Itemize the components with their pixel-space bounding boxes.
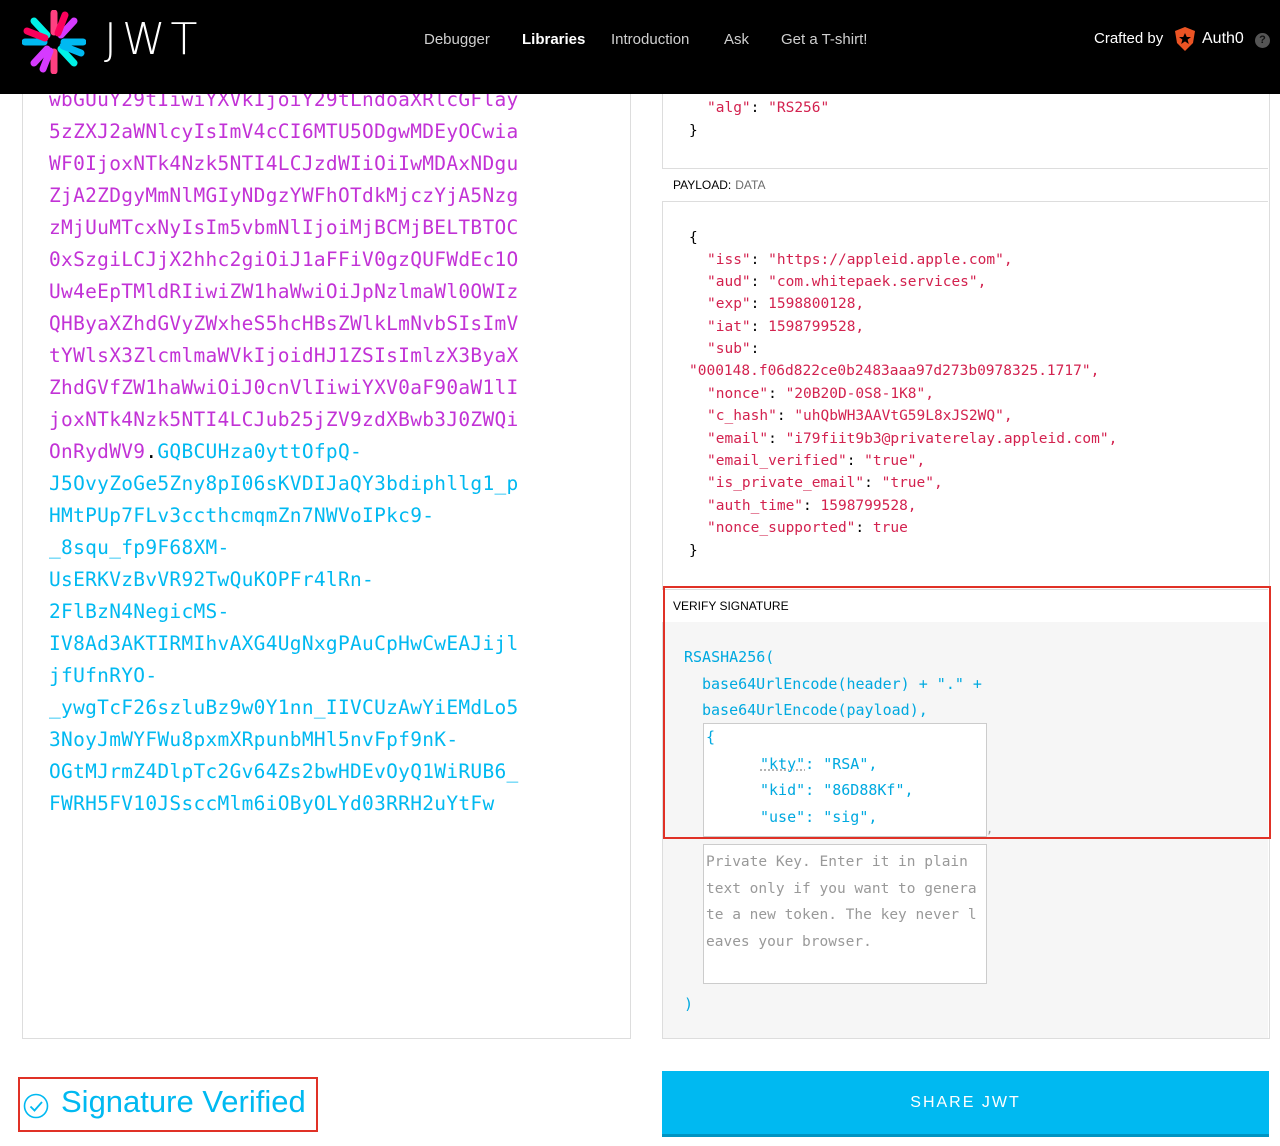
payload-line-email-verified: "email_verified": "true", [707,453,926,469]
encoded-signature-line: _ywgTcF26szluBz9w0Y1nn_IIVCUzAwYiEMdLo5 [49,696,519,719]
encoded-payload-end: OnRydWV9 [49,440,146,463]
auth0-shield-icon[interactable] [1173,26,1197,52]
encoded-payload-line: zMjUuMTcxNyIsIm5vbmNlIjoiMjBCMjBELTBTOC [49,216,519,239]
jwt-logo-icon[interactable] [22,10,86,74]
logo-wordmark[interactable]: JWT [104,14,202,65]
encoded-signature-line: 2FlBzN4NegicMS- [49,600,230,623]
top-navigation-bar: JWT Debugger Libraries Introduction Ask … [0,0,1280,94]
signature-verified-text: Signature Verified [61,1084,306,1119]
json-key: "alg" [707,100,751,116]
header-alg-line[interactable]: "alg": "RS256" [707,100,829,116]
payload-line-exp: "exp": 1598800128, [707,296,865,312]
encoded-mixed-line: OnRydWV9.GQBCUHza0yttOfpQ- [49,440,362,463]
private-key-placeholder: Private Key. Enter it in plain text only… [706,854,977,951]
encoded-signature-line: FWRH5FV10JSsccMlm6iOByOLYd03RRH2uYtFw [49,792,495,815]
verify-close-paren: ) [684,995,694,1013]
payload-line-sub: "sub": [707,341,760,357]
signature-verified-status: Signature Verified [20,1079,316,1131]
encoded-signature-line: J5OvyZoGe5Zny8pI06sKVDIJaQY3bdiphllg1_p [49,472,519,495]
nav-debugger[interactable]: Debugger [424,31,490,48]
payload-line-auth-time: "auth_time": 1598799528, [707,498,917,514]
encoded-payload-line: 5zZXJ2aWNlcyIsImV4cCI6MTU5ODgwMDEyOCwia [49,120,519,143]
encoded-payload-line: joxNTk4Nzk5NTI4LCJub25jZV9zdXBwb3J0ZWQi [49,408,519,431]
private-key-input[interactable]: Private Key. Enter it in plain text only… [703,844,987,984]
payload-line-is-private-email: "is_private_email": "true", [707,475,943,491]
encoded-payload-line: WF0IjoxNTk4Nzk5NTI4LCJzdWIiOiIwMDAxNDgu [49,152,519,175]
encoded-payload-line: tYWlsX3ZlcmlmaWVkIjoidHJ1ZSIsImlzX3ByaX [49,344,519,367]
verify-signature-highlight [663,586,1271,839]
payload-label: PAYLOAD: DATA [673,178,766,192]
auth0-brand-link[interactable]: Auth0 [1202,30,1244,48]
encoded-payload-line: 0xSzgiLCJjX2hhc2giOiJ1aFFiV0gzQUFWdEc1O [49,248,519,271]
payload-section-header: PAYLOAD: DATA [662,168,1268,202]
nav-introduction[interactable]: Introduction [611,31,689,48]
payload-line-iat: "iat": 1598799528, [707,319,865,335]
encoded-token-panel[interactable]: wbGUuY29tIiwiYXVkIjoiY29tLndoaXRlcGFlay … [22,94,631,1039]
share-jwt-button[interactable]: SHARE JWT [662,1071,1269,1137]
encoded-signature-start: GQBCUHza0yttOfpQ- [157,440,363,463]
encoded-signature-line: jfUfnRYO- [49,664,158,687]
encoded-signature-line: _8squ_fp9F68XM- [49,536,230,559]
encoded-payload-line: QHByaXZhdGVyZWxheS5hcHBsZWlkLmNvbSIsImV [49,312,519,335]
encoded-payload-line: Uw4eEpTMldRIiwiZW1haWwiOiJpNzlmaWl0OWIz [49,280,519,303]
payload-line-sub-value: "000148.f06d822ce0b2483aaa97d273b0978325… [689,363,1100,379]
help-icon[interactable]: ? [1255,33,1270,48]
encoded-signature-line: OGtMJrmZ4DlpTc2Gv64Zs2bwHDEvOyQ1WiRUB6_ [49,760,519,783]
payload-close-brace: } [689,543,698,559]
header-close-brace: } [689,123,698,139]
nav-libraries[interactable]: Libraries [522,31,585,48]
crafted-by-label: Crafted by [1094,30,1164,47]
payload-line-c-hash: "c_hash": "uhQbWH3AAVtG59L8xJS2WQ", [707,408,1013,424]
payload-sublabel: DATA [735,178,766,192]
payload-open-brace: { [689,230,698,246]
encoded-signature-line: HMtPUp7FLv3ccthcmqmZn7NWVoIPkc9- [49,504,435,527]
payload-line-aud: "aud": "com.whitepaek.services", [707,274,987,290]
check-circle-icon [23,1093,49,1119]
payload-line-nonce-supported: "nonce_supported": true [707,520,908,536]
payload-line-email: "email": "i79fiit9b3@privaterelay.applei… [707,431,1118,447]
encoded-signature-line: IV8Ad3AKTIRMIhvAXG4UgNxgPAuCpHwCwEAJijl [49,632,519,655]
encoded-payload-line: wbGUuY29tIiwiYXVkIjoiY29tLndoaXRlcGFlay [49,94,519,111]
segment-separator: . [145,440,158,463]
encoded-signature-line: 3NoyJmWYFWu8pxmXRpunbMHl5nvFpf9nK- [49,728,459,751]
payload-line-nonce: "nonce": "20B20D-0S8-1K8", [707,386,934,402]
encoded-signature-line: UsERKVzBvVR92TwQuKOPFr4lRn- [49,568,375,591]
nav-get-tshirt[interactable]: Get a T-shirt! [781,31,867,48]
encoded-payload-line: ZhdGVfZW1haWwiOiJ0cnVlIiwiYXV0aF90aW1lI [49,376,519,399]
payload-line-iss: "iss": "https://appleid.apple.com", [707,252,1013,268]
json-value: "RS256" [768,100,830,116]
encoded-payload-line: ZjA2ZDgyMmNlMGIyNDgzYWFhOTdkMjczYjA5Nzg [49,184,519,207]
nav-ask[interactable]: Ask [724,31,749,48]
